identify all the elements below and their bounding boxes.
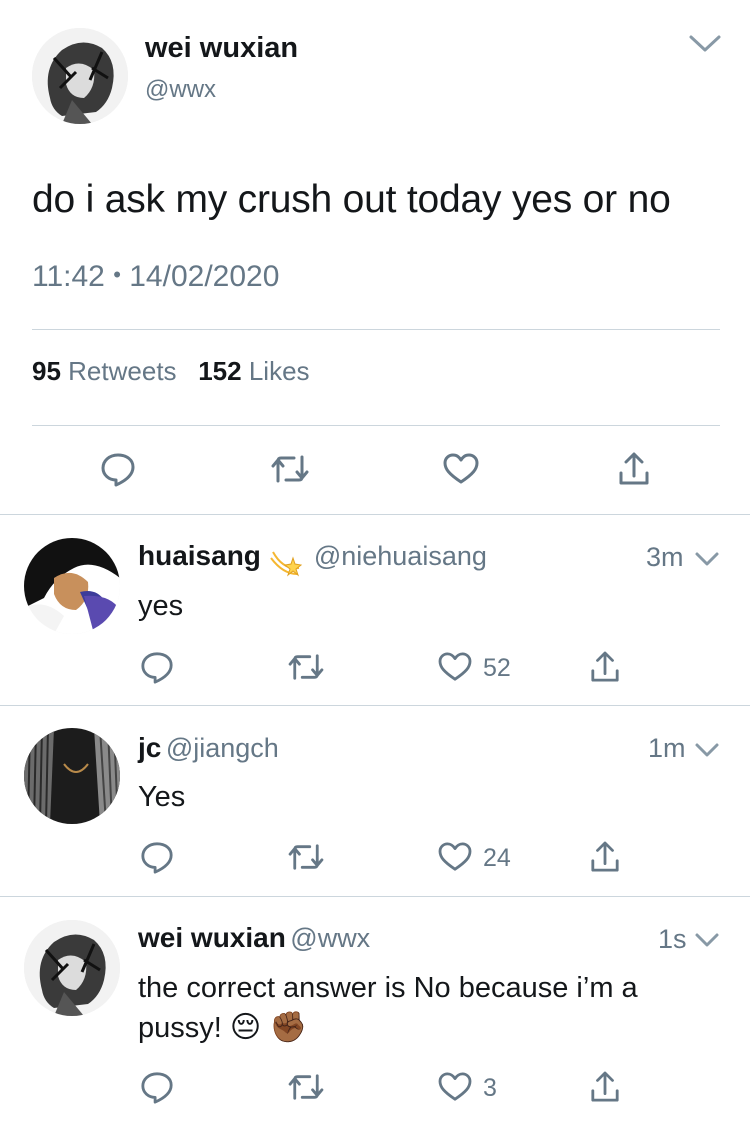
- like-count: 52: [483, 654, 511, 682]
- reply-header: jc @jiangch: [138, 732, 279, 764]
- like-count: 3: [483, 1074, 497, 1102]
- reply-avatar[interactable]: [24, 728, 120, 824]
- divider: [32, 425, 720, 426]
- chevron-down-icon[interactable]: [688, 34, 722, 54]
- divider: [0, 896, 750, 897]
- emoji-pensive-fist: 😔 ✊🏾: [229, 1011, 307, 1044]
- tweet-timestamp: 11:42 • 14/02/2020: [32, 260, 279, 294]
- author-handle[interactable]: @wwx: [145, 76, 216, 104]
- divider: [0, 514, 750, 515]
- reply-author-name[interactable]: jc: [138, 732, 161, 763]
- reply-icon[interactable]: [140, 650, 174, 684]
- author-name[interactable]: wei wuxian: [145, 32, 298, 65]
- like-label[interactable]: Likes: [249, 356, 310, 386]
- retweet-icon[interactable]: [287, 652, 325, 682]
- reply-text-line: the correct answer is No because i’m a: [138, 972, 638, 1004]
- reply-avatar[interactable]: [24, 920, 120, 1016]
- tweet-date: 14/02/2020: [129, 260, 280, 293]
- retweet-icon[interactable]: [287, 842, 325, 872]
- reply-text-line: pussy!: [138, 1012, 222, 1044]
- reply-avatar[interactable]: [24, 538, 120, 634]
- share-icon[interactable]: [590, 1070, 620, 1104]
- like-count[interactable]: 152: [198, 356, 241, 386]
- meta-separator: •: [113, 262, 121, 287]
- reply-header: wei wuxian @wwx: [138, 922, 370, 954]
- like-icon[interactable]: [443, 453, 479, 485]
- reply-time: 1m: [648, 733, 686, 763]
- reply-author-handle[interactable]: @jiangch: [166, 733, 279, 763]
- share-icon[interactable]: [590, 650, 620, 684]
- like-count: 24: [483, 844, 511, 872]
- chevron-down-icon[interactable]: [694, 742, 720, 758]
- share-icon[interactable]: [590, 840, 620, 874]
- reply-text: Yes: [138, 781, 186, 813]
- reply-text: yes: [138, 590, 184, 622]
- reply-author-handle[interactable]: @wwx: [290, 923, 370, 953]
- reply-author-name[interactable]: huaisang: [138, 540, 261, 571]
- reply-icon[interactable]: [140, 840, 174, 874]
- tweet-text: do i ask my crush out today yes or no: [32, 178, 671, 221]
- share-icon[interactable]: [618, 451, 650, 487]
- shooting-star-icon: [269, 544, 303, 578]
- retweet-icon[interactable]: [287, 1072, 325, 1102]
- retweet-count[interactable]: 95: [32, 356, 61, 386]
- reply-time: 1s: [658, 924, 687, 954]
- reply-time: 3m: [646, 542, 684, 572]
- author-avatar[interactable]: [32, 28, 128, 124]
- reply-author-name[interactable]: wei wuxian: [138, 922, 286, 953]
- like-icon[interactable]: [438, 652, 472, 682]
- tweet-time: 11:42: [32, 260, 105, 293]
- divider: [0, 705, 750, 706]
- like-icon[interactable]: [438, 842, 472, 872]
- chevron-down-icon[interactable]: [694, 551, 720, 567]
- tweet-stats: 95 Retweets 152 Likes: [32, 356, 310, 387]
- retweet-icon[interactable]: [270, 453, 310, 485]
- retweet-label[interactable]: Retweets: [68, 356, 176, 386]
- reply-icon[interactable]: [140, 1070, 174, 1104]
- reply-author-handle[interactable]: @niehuaisang: [314, 541, 487, 571]
- reply-header: huaisang @niehuaisang: [138, 540, 487, 578]
- reply-icon[interactable]: [100, 451, 136, 487]
- reply-text: the correct answer is No because i’m a p…: [138, 968, 738, 1048]
- chevron-down-icon[interactable]: [694, 932, 720, 948]
- like-icon[interactable]: [438, 1072, 472, 1102]
- divider: [32, 329, 720, 330]
